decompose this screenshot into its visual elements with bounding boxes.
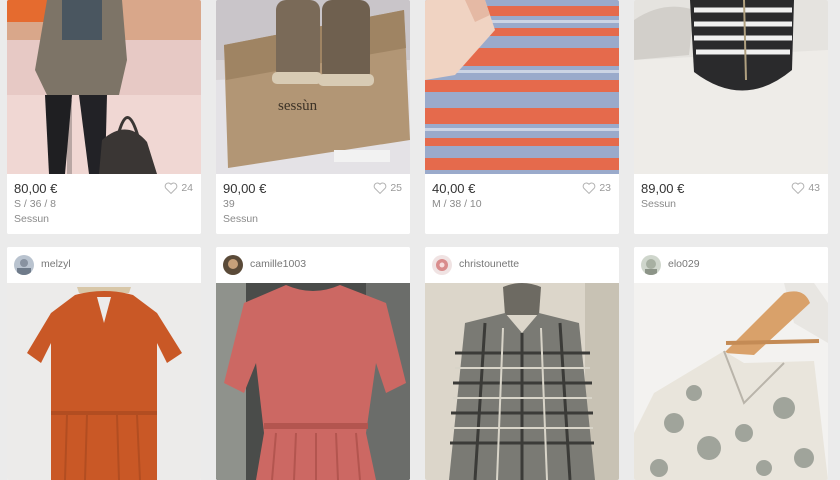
item-photo[interactable] bbox=[216, 283, 410, 480]
seller-header[interactable]: melzyl bbox=[7, 247, 201, 283]
heart-icon bbox=[165, 182, 178, 194]
seller-header[interactable]: camille1003 bbox=[216, 247, 410, 283]
item-card[interactable]: sessùn 90,00 € 39 Sessun 25 bbox=[216, 0, 410, 234]
avatar[interactable] bbox=[14, 255, 34, 275]
item-card[interactable]: 80,00 € S / 36 / 8 Sessun 24 bbox=[7, 0, 201, 234]
item-size: M / 38 / 10 bbox=[432, 198, 482, 210]
avatar[interactable] bbox=[223, 255, 243, 275]
item-photo[interactable]: sessùn bbox=[216, 0, 410, 174]
item-card[interactable]: 40,00 € M / 38 / 10 23 bbox=[425, 0, 619, 234]
item-card[interactable]: christounette bbox=[425, 247, 619, 480]
item-photo[interactable] bbox=[634, 0, 828, 174]
seller-username[interactable]: elo029 bbox=[668, 258, 700, 270]
item-card[interactable]: melzyl bbox=[7, 247, 201, 480]
item-price: 89,00 € bbox=[641, 181, 685, 196]
like-button[interactable]: 43 bbox=[791, 182, 820, 194]
box-logo: sessùn bbox=[278, 98, 318, 114]
like-button[interactable]: 23 bbox=[582, 182, 611, 194]
seller-username[interactable]: camille1003 bbox=[250, 258, 306, 270]
item-photo[interactable] bbox=[425, 0, 619, 174]
item-card[interactable]: elo029 bbox=[634, 247, 828, 480]
avatar[interactable] bbox=[432, 255, 452, 275]
item-size: Sessun bbox=[641, 198, 677, 210]
like-count: 25 bbox=[390, 182, 402, 194]
item-size: 39 bbox=[223, 198, 235, 210]
seller-username[interactable]: melzyl bbox=[41, 258, 71, 270]
item-size: S / 36 / 8 bbox=[14, 198, 57, 210]
heart-icon bbox=[792, 182, 805, 194]
item-photo[interactable] bbox=[634, 283, 828, 480]
item-price: 40,00 € bbox=[432, 181, 476, 196]
heart-icon bbox=[583, 182, 596, 194]
seller-header[interactable]: christounette bbox=[425, 247, 619, 283]
item-card[interactable]: 89,00 € Sessun 43 bbox=[634, 0, 828, 234]
item-photo[interactable] bbox=[425, 283, 619, 480]
item-photo[interactable] bbox=[7, 0, 201, 174]
item-brand: Sessun bbox=[223, 213, 259, 225]
like-count: 23 bbox=[599, 182, 611, 194]
item-price: 80,00 € bbox=[14, 181, 58, 196]
seller-username[interactable]: christounette bbox=[459, 258, 519, 270]
item-price: 90,00 € bbox=[223, 181, 267, 196]
like-count: 43 bbox=[808, 182, 820, 194]
avatar[interactable] bbox=[641, 255, 661, 275]
item-card[interactable]: camille1003 bbox=[216, 247, 410, 480]
like-count: 24 bbox=[181, 182, 193, 194]
item-brand: Sessun bbox=[14, 213, 50, 225]
item-grid: 80,00 € S / 36 / 8 Sessun 24 sessùn 90,0… bbox=[0, 0, 840, 480]
like-button[interactable]: 25 bbox=[373, 182, 402, 194]
seller-header[interactable]: elo029 bbox=[634, 247, 828, 283]
like-button[interactable]: 24 bbox=[164, 182, 193, 194]
item-photo[interactable] bbox=[7, 283, 201, 480]
heart-icon bbox=[374, 182, 387, 194]
